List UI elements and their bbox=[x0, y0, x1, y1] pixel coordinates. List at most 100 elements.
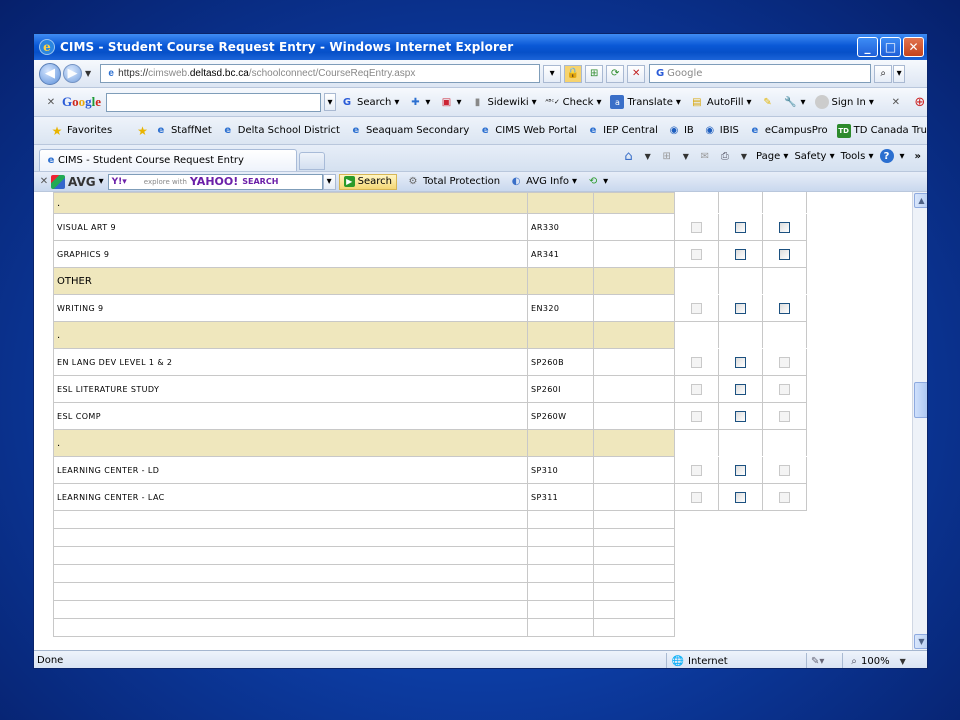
print-icon[interactable]: ⎙ bbox=[718, 149, 732, 163]
request-checkbox-3 bbox=[779, 410, 790, 422]
scroll-thumb[interactable] bbox=[914, 382, 927, 418]
request-checkbox-2[interactable] bbox=[735, 383, 746, 395]
request-checkbox-2[interactable] bbox=[735, 491, 746, 503]
checkbox-cell bbox=[718, 375, 763, 403]
add-favorite-icon[interactable]: ★ bbox=[137, 124, 148, 138]
request-checkbox-2[interactable] bbox=[735, 464, 746, 476]
request-checkbox-2[interactable] bbox=[735, 410, 746, 422]
addon-icon[interactable]: ⊕ bbox=[913, 95, 927, 110]
request-checkbox-2[interactable] bbox=[735, 221, 746, 233]
search-input[interactable]: G Google bbox=[649, 64, 872, 83]
history-dropdown-icon[interactable]: ▼ bbox=[85, 69, 91, 78]
tools-menu[interactable]: Tools ▾ bbox=[841, 151, 874, 162]
fav-link-ib[interactable]: ◉ IB bbox=[667, 124, 694, 138]
request-checkbox-2[interactable] bbox=[735, 302, 746, 314]
checkbox-cell bbox=[762, 348, 807, 376]
mail-icon[interactable]: ✉ bbox=[698, 149, 712, 163]
section-name: OTHER bbox=[53, 267, 528, 295]
safety-menu[interactable]: Safety ▾ bbox=[794, 151, 834, 162]
stop-icon[interactable]: ✕ bbox=[627, 64, 646, 83]
url-input[interactable]: e https://cimsweb. deltasd.bc.ca/schoolco… bbox=[100, 64, 541, 83]
print-dropdown-icon[interactable]: ▼ bbox=[741, 152, 747, 161]
sidewiki-button[interactable]: ▮ Sidewiki ▾ bbox=[470, 95, 537, 109]
request-checkbox-2[interactable] bbox=[735, 248, 746, 260]
fav-link-cims[interactable]: e CIMS Web Portal bbox=[478, 124, 577, 138]
close-toolbar-icon-right[interactable]: ✕ bbox=[889, 95, 903, 109]
request-checkbox-3[interactable] bbox=[779, 221, 790, 233]
maximize-button[interactable]: □ bbox=[880, 37, 901, 57]
yahoo-search-button[interactable]: ▶ Search bbox=[338, 173, 397, 190]
compat-view-icon[interactable]: ⊞ bbox=[585, 64, 604, 83]
search-icon[interactable]: ⌕ bbox=[874, 64, 893, 83]
request-checkbox-2[interactable] bbox=[735, 356, 746, 368]
fav-link-staffnet[interactable]: e StaffNet bbox=[154, 124, 212, 138]
avg-menu[interactable]: AVG ▾ bbox=[51, 174, 104, 189]
plus-button[interactable]: ✚ ▾ bbox=[408, 95, 430, 109]
autofill-button[interactable]: ▤ AutoFill ▾ bbox=[690, 95, 751, 109]
section-checkbox-cell bbox=[718, 267, 763, 295]
page-menu[interactable]: Page ▾ bbox=[756, 151, 788, 162]
popup-button[interactable]: ▣ ▾ bbox=[439, 95, 462, 109]
empty-cell bbox=[593, 546, 675, 565]
refresh-icon[interactable]: ⟳ bbox=[606, 64, 625, 83]
google-search-input[interactable] bbox=[106, 92, 322, 112]
spellcheck-button[interactable]: ᴬᴮᶜ✓ Check ▾ bbox=[545, 95, 601, 109]
search-options-icon[interactable]: ▾ bbox=[893, 64, 906, 83]
google-search-button[interactable]: G Search ▾ bbox=[340, 95, 400, 109]
sign-in-button[interactable]: Sign In ▾ bbox=[814, 95, 874, 109]
yahoo-search-input[interactable]: Y!▾ explore with YAHOO! SEARCH bbox=[107, 173, 323, 190]
home-dropdown-icon[interactable]: ▼ bbox=[645, 152, 651, 161]
tab-label: CIMS - Student Course Request Entry bbox=[58, 155, 244, 166]
lock-icon[interactable]: 🔒 bbox=[564, 64, 583, 83]
yahoo-search-label: SEARCH bbox=[242, 177, 279, 186]
zoom-control[interactable]: ⌕ 100% ▼ bbox=[842, 653, 927, 668]
section-checkbox-cell bbox=[762, 267, 807, 295]
translate-button[interactable]: a Translate ▾ bbox=[610, 95, 681, 109]
checkbox-cell bbox=[718, 240, 763, 268]
fav-link-ecampus[interactable]: e eCampusPro bbox=[748, 124, 827, 138]
feeds-dropdown-icon[interactable]: ▼ bbox=[683, 152, 689, 161]
google-dropdown-icon[interactable]: ▾ bbox=[324, 93, 337, 111]
fav-link-td[interactable]: TD TD Canada Trust bbox=[836, 123, 927, 138]
new-tab-button[interactable] bbox=[299, 152, 325, 170]
close-avg-icon[interactable]: ✕ bbox=[37, 175, 51, 189]
highlight-button[interactable]: ✎ bbox=[761, 95, 775, 109]
vertical-scrollbar[interactable]: ▲ ▼ bbox=[912, 192, 927, 650]
zoom-dropdown-icon[interactable]: ▼ bbox=[900, 657, 906, 666]
back-icon[interactable]: ◀ bbox=[39, 62, 61, 85]
section-checkbox-cell bbox=[762, 192, 807, 214]
scroll-up-icon[interactable]: ▲ bbox=[914, 193, 927, 208]
home-icon[interactable]: ⌂ bbox=[622, 149, 636, 164]
fav-link-seaquam[interactable]: e Seaquam Secondary bbox=[349, 124, 470, 138]
avg-info-button[interactable]: ◐ AVG Info ▾ bbox=[509, 175, 577, 189]
fav-link-iep[interactable]: e IEP Central bbox=[586, 124, 658, 138]
empty-cell bbox=[53, 510, 528, 529]
total-protection-button[interactable]: ⚙ Total Protection bbox=[406, 175, 501, 189]
chevron-right-icon[interactable]: » bbox=[915, 151, 921, 162]
request-checkbox-3[interactable] bbox=[779, 302, 790, 314]
close-toolbar-icon[interactable]: ✕ bbox=[44, 95, 58, 109]
yahoo-dropdown-icon[interactable]: ▾ bbox=[322, 173, 336, 190]
request-checkbox-3[interactable] bbox=[779, 248, 790, 260]
course-name: ESL LITERATURE STUDY bbox=[53, 375, 528, 403]
td-logo-icon: TD bbox=[836, 123, 851, 138]
avg-extra-button[interactable]: ⟲ ▾ bbox=[586, 175, 608, 189]
fav-link-ibis[interactable]: ◉ IBIS bbox=[703, 124, 738, 138]
feeds-icon[interactable]: ⊞ bbox=[660, 149, 674, 163]
settings-button[interactable]: 🔧 ▾ bbox=[784, 95, 805, 109]
minimize-button[interactable]: _ bbox=[857, 37, 878, 57]
forward-icon[interactable]: ▶ bbox=[63, 64, 82, 83]
protected-mode-segment[interactable]: ✎▾ bbox=[806, 653, 842, 668]
checkbox-cell bbox=[762, 213, 807, 241]
tab-cims[interactable]: e CIMS - Student Course Request Entry bbox=[39, 149, 297, 171]
close-button[interactable]: ✕ bbox=[903, 37, 924, 57]
scroll-down-icon[interactable]: ▼ bbox=[914, 634, 927, 649]
url-dropdown-icon[interactable]: ▾ bbox=[543, 64, 562, 83]
request-checkbox-1 bbox=[691, 464, 702, 476]
favorites-button[interactable]: ★ Favorites bbox=[50, 124, 113, 138]
request-checkbox-1 bbox=[691, 383, 702, 395]
url-path: /schoolconnect/CourseReqEntry.aspx bbox=[248, 68, 416, 79]
fav-link-delta[interactable]: e Delta School District bbox=[221, 124, 340, 138]
course-row: ESL COMP SP260W bbox=[53, 402, 807, 430]
help-icon[interactable]: ? bbox=[879, 149, 894, 163]
